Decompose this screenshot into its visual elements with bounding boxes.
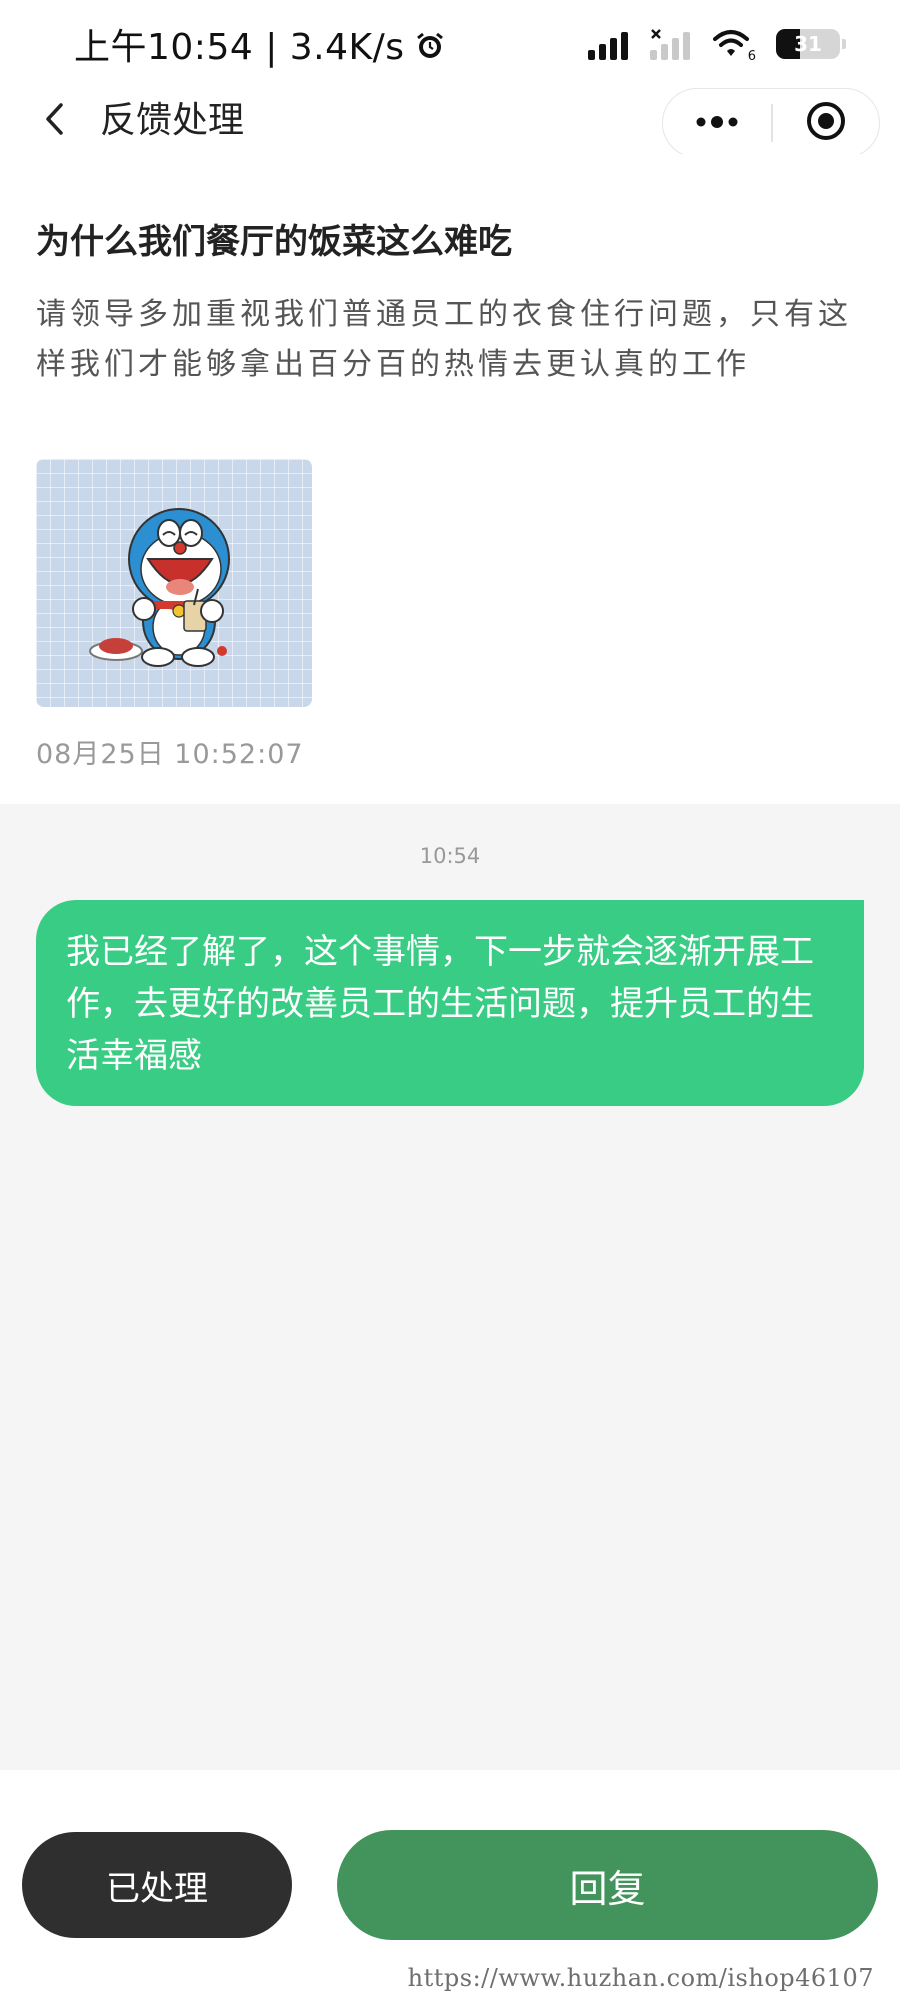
wifi-label: 6: [747, 49, 756, 64]
status-time-speed: 上午10:54 | 3.4K/s: [74, 27, 405, 68]
status-bar-right: 6 31: [588, 28, 846, 64]
battery-level: 31: [794, 32, 822, 56]
wifi-icon: 6: [712, 28, 756, 64]
feedback-content: 请领导多加重视我们普通员工的衣食住行问题，只有这样我们才能够拿出百分百的热情去更…: [36, 297, 852, 382]
feedback-image[interactable]: [36, 459, 312, 707]
reply-message-bubble: 我已经了解了，这个事情，下一步就会逐渐开展工作，去更好的改善员工的生活问题，提升…: [36, 900, 864, 1106]
close-button[interactable]: [773, 89, 880, 157]
watermark-text: https://www.huzhan.com/ishop46107: [407, 1964, 874, 1992]
feedback-section: 为什么我们餐厅的饭菜这么难吃 请领导多加重视我们普通员工的衣食住行问题，只有这样…: [0, 154, 900, 804]
reply-button[interactable]: 回复: [337, 1830, 878, 1940]
cartoon-character-image: [89, 508, 230, 667]
more-button[interactable]: [663, 89, 771, 157]
cell-signal-icon: [588, 28, 628, 60]
target-close-icon: [806, 101, 846, 145]
status-bar-left: 上午10:54 | 3.4K/s: [74, 18, 445, 70]
more-dots-icon: [695, 114, 739, 133]
chevron-left-icon: [44, 102, 66, 140]
status-bar: 上午10:54 | 3.4K/s 6 31: [0, 0, 900, 88]
mini-program-capsule: [662, 88, 880, 158]
reply-area: 10:54 我已经了解了，这个事情，下一步就会逐渐开展工作，去更好的改善员工的生…: [0, 804, 900, 1770]
feedback-title: 为什么我们餐厅的饭菜这么难吃: [36, 222, 512, 262]
bottom-action-bar: 已处理 回复 https://www.huzhan.com/ishop46107: [0, 1770, 900, 2000]
battery-icon: 31: [776, 29, 846, 59]
page-title: 反馈处理: [100, 100, 245, 141]
back-button[interactable]: [30, 96, 80, 146]
nav-bar: 反馈处理: [0, 88, 900, 158]
cell-signal-off-icon: [650, 28, 690, 60]
alarm-icon: [415, 29, 445, 59]
reply-timestamp: 10:54: [419, 844, 481, 868]
feedback-timestamp: 08月25日 10:52:07: [36, 739, 304, 770]
processed-button[interactable]: 已处理: [22, 1832, 292, 1938]
